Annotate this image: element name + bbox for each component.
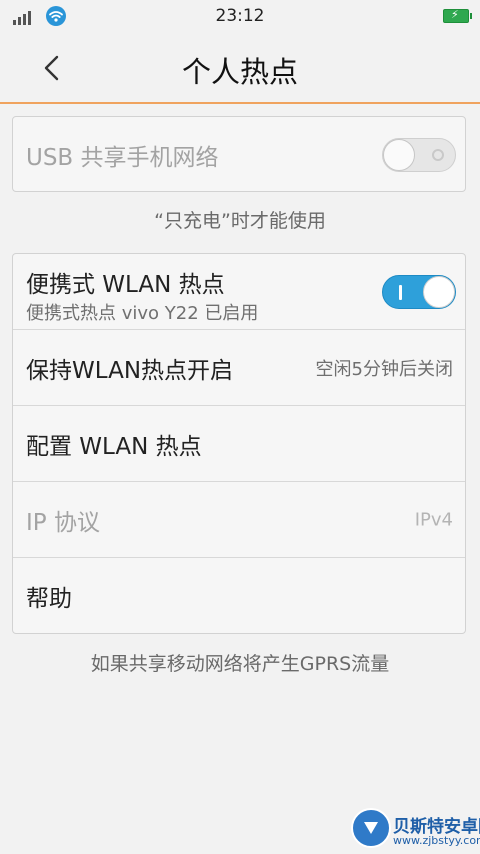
configure-hotspot-label: 配置 WLAN 热点: [26, 433, 202, 460]
toggle-off-mark: [432, 149, 444, 161]
usb-tethering-row: USB 共享手机网络: [13, 117, 465, 193]
help-row[interactable]: 帮助: [13, 558, 465, 634]
portable-hotspot-row[interactable]: 便携式 WLAN 热点 便携式热点 vivo Y22 已启用: [13, 254, 465, 330]
title-bar: 个人热点: [0, 32, 480, 104]
wlan-hotspot-card: 便携式 WLAN 热点 便携式热点 vivo Y22 已启用 保持WLAN热点开…: [12, 253, 466, 634]
usb-tethering-label: USB 共享手机网络: [26, 145, 219, 171]
toggle-knob: [383, 139, 415, 171]
portable-hotspot-status: 便携式热点 vivo Y22 已启用: [26, 303, 259, 324]
ip-protocol-row: IP 协议 IPv4: [13, 482, 465, 558]
usb-tethering-toggle[interactable]: [382, 138, 456, 172]
help-label: 帮助: [26, 586, 72, 612]
status-bar: 23:12 ⚡: [0, 0, 480, 32]
portable-hotspot-label: 便携式 WLAN 热点: [26, 272, 225, 298]
status-time: 23:12: [215, 6, 265, 26]
configure-hotspot-row[interactable]: 配置 WLAN 热点: [13, 406, 465, 482]
keep-hotspot-on-label: 保持WLAN热点开启: [26, 357, 234, 384]
keep-hotspot-on-row[interactable]: 保持WLAN热点开启 空闲5分钟后关闭: [13, 330, 465, 406]
battery-charging-icon: ⚡: [443, 8, 472, 23]
page-title: 个人热点: [181, 55, 298, 89]
watermark-url: www.zjbstyy.com: [393, 834, 480, 847]
watermark-logo-icon: [351, 808, 391, 848]
usb-tethering-card: USB 共享手机网络: [12, 116, 466, 192]
usb-tethering-note: “只充电”时才能使用: [154, 210, 326, 232]
toggle-on-mark: [399, 284, 402, 300]
portable-hotspot-toggle[interactable]: [382, 274, 456, 309]
ip-protocol-value: IPv4: [414, 509, 453, 530]
ip-protocol-label: IP 协议: [26, 509, 100, 536]
toggle-knob: [423, 275, 455, 308]
keep-hotspot-on-value: 空闲5分钟后关闭: [315, 358, 453, 380]
site-watermark: 贝斯特安卓网 www.zjbstyy.com: [345, 806, 480, 854]
gprs-traffic-note: 如果共享移动网络将产生GPRS流量: [90, 653, 390, 675]
